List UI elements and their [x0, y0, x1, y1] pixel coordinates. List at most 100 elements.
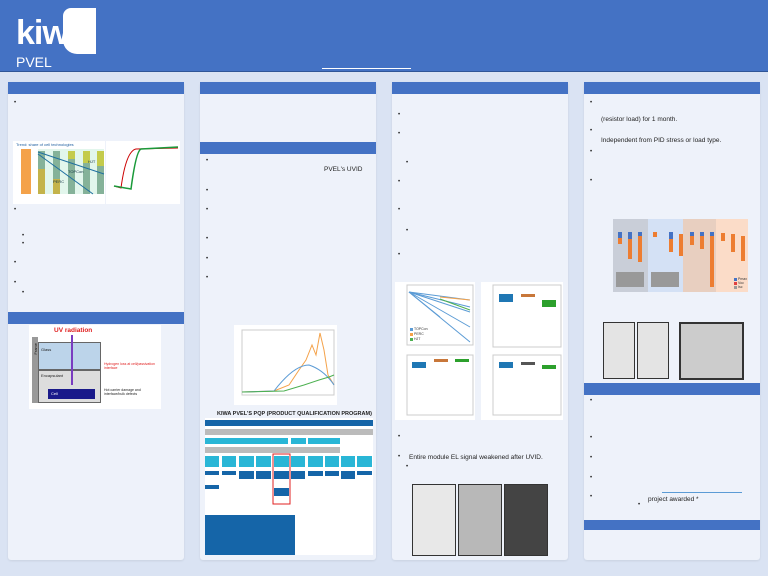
el-image-after: [504, 484, 548, 556]
el-image: [637, 322, 669, 379]
text-line: Independent from PID stress or load type…: [601, 137, 722, 144]
el-image-pair: [679, 322, 744, 380]
title-underline: [322, 68, 411, 69]
boxplot-chart-3: [481, 352, 563, 420]
iv-change-bar-chart: Pmax Voc Isc: [594, 207, 749, 302]
bullet: [206, 188, 208, 194]
legend-perc: PERC: [410, 332, 424, 336]
encapsulant-label: Encapsulant: [41, 373, 64, 378]
section-header: [584, 82, 760, 94]
bullet: [14, 260, 16, 266]
pqp-flowchart: [205, 418, 373, 555]
glass-label: Glass: [41, 347, 52, 352]
boxes: [492, 284, 562, 348]
bullet: [590, 100, 592, 106]
section-header: [200, 142, 376, 154]
bullet: [206, 275, 208, 281]
legend-label: Isc: [738, 285, 743, 289]
el-text: Entire module EL signal weakened after U…: [409, 454, 543, 461]
bullet: [398, 252, 400, 258]
section-header: [8, 82, 184, 94]
spectrum-lines: [241, 329, 335, 396]
tech-label: HJT: [88, 159, 96, 164]
bullet: [398, 434, 400, 440]
header: kiwa PVEL: [0, 0, 768, 72]
legend-label: PERC: [414, 332, 424, 336]
bullet: [590, 128, 592, 134]
tech-label: PERC: [53, 179, 65, 184]
el-image-before: [412, 484, 456, 556]
legend-hjt: HJT: [410, 337, 420, 341]
bullet: [14, 280, 16, 286]
uv-label: UV radiation: [54, 327, 93, 334]
bullet: [22, 290, 24, 296]
boxplot-chart-1: [481, 282, 563, 352]
awarded-text: project awarded *: [648, 496, 699, 503]
degradation-curve-chart: [106, 141, 180, 204]
boxes: [492, 354, 562, 416]
degradation-line-chart: TOPCon PERC HJT: [395, 282, 475, 352]
section-header: [200, 82, 376, 94]
bullet: [406, 228, 408, 234]
hot-carrier-label: Hot carrier damage and interface/bulk de…: [104, 388, 141, 396]
uv-arrow-icon: [71, 335, 73, 385]
bullet: [398, 179, 400, 185]
frame-label: Frame: [32, 343, 38, 355]
legend-label: HJT: [414, 337, 421, 341]
bullet: [206, 236, 208, 242]
section-header: [392, 82, 568, 94]
pqp-boxes: [205, 453, 372, 555]
bullet: [590, 178, 592, 184]
bullet: [590, 398, 592, 404]
hydrogen-label: Hydrogen loss at cell/passivation interf…: [104, 362, 155, 370]
bullet: [590, 455, 592, 461]
legend-isc: Isc: [734, 285, 742, 289]
org-name: PVEL: [16, 54, 52, 70]
section-header: [8, 312, 184, 324]
bullet: [206, 207, 208, 213]
section-header: [584, 520, 760, 530]
bullet: [14, 100, 16, 106]
bullet: [638, 502, 640, 508]
el-image-mid: [458, 484, 502, 556]
bullet: [590, 435, 592, 441]
column-1: Trend: share of cell technologies PERC T…: [8, 82, 184, 560]
tech-label: TOPCon: [68, 169, 84, 174]
legend-topcon: TOPCon: [410, 327, 428, 331]
bullet: [398, 454, 400, 460]
degradation-lines: [406, 284, 474, 346]
bullet: [22, 241, 24, 247]
column-3: TOPCon PERC HJT Entire module EL signal …: [392, 82, 568, 560]
bullet: [590, 149, 592, 155]
boxes: [406, 354, 474, 416]
bullet: [590, 494, 592, 500]
bullet: [398, 207, 400, 213]
boxplot-chart-2: [395, 352, 475, 420]
bullet: [406, 464, 408, 470]
section-header: [584, 383, 760, 395]
bullet: [206, 256, 208, 262]
bullet: [206, 158, 208, 164]
cell-label: Cell: [51, 391, 58, 396]
bullet: [22, 233, 24, 239]
bullet: [398, 112, 400, 118]
chart-title: Trend: share of cell technologies: [16, 142, 74, 147]
text-line: (resistor load) for 1 month.: [601, 116, 678, 123]
column-4: (resistor load) for 1 month. Independent…: [584, 82, 760, 560]
el-image: [603, 322, 635, 379]
share-bars: [21, 149, 105, 195]
legend-label: TOPCon: [414, 327, 428, 331]
iv-bars: [613, 219, 748, 292]
uvid-mechanism-diagram: UV radiation Frame Glass Encapsulant Cel…: [29, 325, 161, 409]
bullet: [406, 160, 408, 166]
logo-text: kiwa: [16, 14, 87, 52]
curves: [113, 146, 179, 190]
cell-share-chart: Trend: share of cell technologies PERC T…: [13, 141, 105, 204]
cell: Cell: [48, 389, 95, 399]
uv-spectrum-chart: [234, 325, 337, 405]
pqp-title: KIWA PVEL'S PQP (PRODUCT QUALIFICATION P…: [217, 411, 372, 417]
bullet: [590, 475, 592, 481]
bullet: [398, 131, 400, 137]
link-underline[interactable]: [662, 492, 742, 493]
bullet: [14, 207, 16, 213]
